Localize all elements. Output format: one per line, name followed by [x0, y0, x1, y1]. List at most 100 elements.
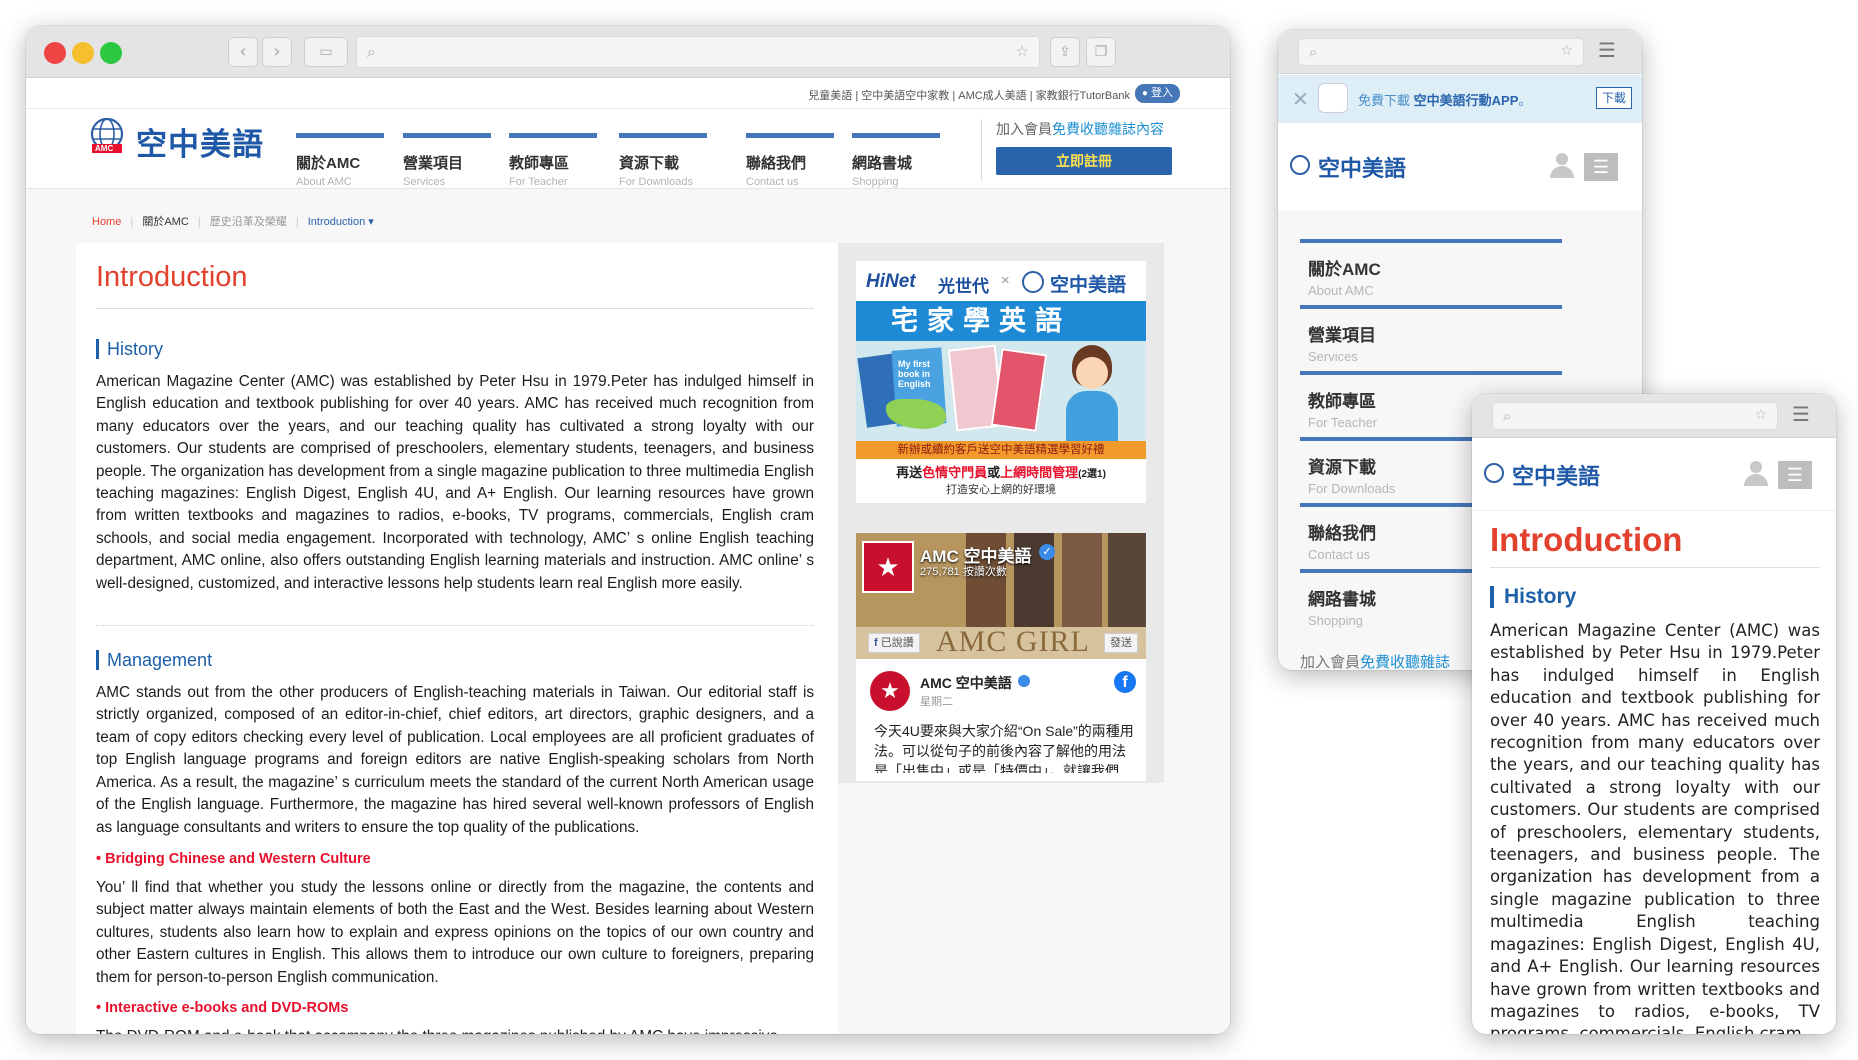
logo-badge: AMC: [95, 144, 114, 153]
close-icon[interactable]: ✕: [1292, 87, 1309, 112]
hinet-ad-banner[interactable]: HiNet 光世代 × 空中美語 宅家學英語 My first book in …: [856, 261, 1146, 503]
logo-text: 空中美語: [136, 127, 264, 162]
bookmark-star-icon[interactable]: ☆: [1560, 43, 1573, 59]
ebooks-paragraph: The DVD-ROM and e-book that accompany th…: [96, 1026, 814, 1034]
fb-post: ★ AMC 空中美語 星期二 f 今天4U要來與大家介紹“On Sale”的兩種…: [856, 659, 1146, 781]
hamburger-menu-button[interactable]: ☰: [1584, 153, 1618, 181]
ad-tagline: 打造安心上網的好環境: [946, 484, 1056, 496]
search-icon: ⌕: [1309, 43, 1318, 61]
site-header: AMC 空中美語 關於AMC About AMC 營業項目 Services 教…: [26, 109, 1230, 189]
app-download-bar: ✕ 免費下載 空中美語行動APP。 下載: [1278, 75, 1642, 123]
mobile-nav-services[interactable]: 營業項目 Services: [1300, 305, 1562, 364]
address-bar[interactable]: ⌕ ☆: [356, 36, 1040, 68]
globe-icon: [1022, 271, 1044, 293]
desktop-browser-window: ‹ › ▭ ⌕ ☆ ⇪ ❐ 兒童美語 | 空中美語空中家教 | AMC成人美語 …: [26, 26, 1230, 1034]
breadcrumb-current-dropdown[interactable]: Introduction ▾: [308, 216, 374, 228]
verified-badge-icon-small: [1018, 675, 1030, 687]
fb-post-text: 今天4U要來與大家介紹“On Sale”的兩種用法。可以從句子的前後內容了解他的…: [874, 723, 1134, 773]
bookmark-star-icon[interactable]: ☆: [1754, 407, 1767, 423]
fb-poster-name[interactable]: AMC 空中美語: [920, 673, 1012, 693]
user-icon[interactable]: [1550, 153, 1574, 179]
webpage: 兒童美語 | 空中美語空中家教 | AMC成人美語 | 家教銀行TutorBan…: [26, 79, 1230, 1034]
share-button[interactable]: ⇪: [1050, 37, 1080, 67]
facebook-logo-icon[interactable]: f: [1114, 671, 1136, 693]
bookmark-star-icon[interactable]: ☆: [1016, 42, 1029, 60]
nav-services[interactable]: 營業項目 Services: [403, 133, 491, 188]
culture-bullet: • Bridging Chinese and Western Culture: [96, 850, 371, 867]
ad-photo: My first book in English: [856, 341, 1146, 441]
section-divider: [96, 625, 814, 627]
amc-logo[interactable]: AMC 空中美語: [88, 117, 278, 162]
hamburger-menu-button[interactable]: ☰: [1778, 461, 1812, 489]
mobile-member-promo[interactable]: 加入會員免費收聽雜誌: [1300, 651, 1450, 670]
history-paragraph: American Magazine Center (AMC) was estab…: [96, 373, 814, 592]
member-promo[interactable]: 加入會員免費收聽雜誌內容: [996, 119, 1191, 139]
member-box: 加入會員免費收聽雜誌內容 立即註冊: [981, 119, 1191, 181]
page-title: Introduction: [96, 261, 814, 309]
mobile-header: 空中美語 ☰: [1278, 123, 1642, 211]
ad-blue-banner: 宅家學英語: [856, 301, 1146, 341]
fb-cover-text: AMC GIRL: [936, 625, 1090, 658]
nav-teacher[interactable]: 教師專區 For Teacher: [509, 133, 597, 188]
mobile-toolbar-2: ⌕ ☆ ☰: [1472, 394, 1836, 438]
search-icon: ⌕: [1503, 407, 1512, 425]
user-icon: ●: [1141, 88, 1148, 99]
culture-paragraph: You’ ll find that whether you study the …: [96, 878, 814, 986]
fb-liked-button[interactable]: f 已說讚: [868, 633, 920, 653]
fb-post-avatar: ★: [870, 671, 910, 711]
register-button[interactable]: 立即註冊: [996, 147, 1172, 175]
nav-about[interactable]: 關於AMC About AMC: [296, 133, 384, 188]
facebook-page-widget[interactable]: ★ AMC 空中美語 ✓ 275,781 按讚次數 AMC GIRL f 已說讚…: [856, 533, 1146, 781]
ebooks-bullet: • Interactive e-books and DVD-ROMs: [96, 999, 349, 1016]
partner-links[interactable]: 兒童美語 | 空中美語空中家教 | AMC成人美語 | 家教銀行TutorBan…: [808, 87, 1130, 103]
mobile-toolbar: ⌕ ☆ ☰: [1278, 30, 1642, 74]
mobile-address-bar[interactable]: ⌕ ☆: [1298, 38, 1584, 66]
mobile-logo-text[interactable]: 空中美語: [1318, 151, 1406, 183]
ad-header: HiNet 光世代 × 空中美語: [866, 271, 1127, 296]
close-window-button[interactable]: [44, 42, 66, 64]
menu-icon[interactable]: ☰: [1792, 402, 1810, 426]
mobile-browser-content: ⌕ ☆ ☰ 空中美語 ☰ Introduction History Americ…: [1472, 394, 1836, 1034]
browser-toolbar: ‹ › ▭ ⌕ ☆ ⇪ ❐: [26, 26, 1230, 78]
fb-post-day: 星期二: [920, 696, 953, 708]
nav-downloads[interactable]: 資源下載 For Downloads: [619, 133, 707, 188]
app-download-button[interactable]: 下載: [1595, 87, 1632, 109]
mobile-address-bar-2[interactable]: ⌕ ☆: [1492, 402, 1778, 430]
breadcrumb-about[interactable]: 關於AMC: [142, 216, 188, 228]
mobile-history-paragraph: American Magazine Center (AMC) was estab…: [1490, 621, 1820, 1034]
fb-cover: ★ AMC 空中美語 ✓ 275,781 按讚次數 AMC GIRL f 已說讚…: [856, 533, 1146, 659]
breadcrumb-history[interactable]: 歷史沿革及榮耀: [210, 216, 287, 228]
management-paragraph: AMC stands out from the other producers …: [96, 684, 814, 836]
sidebar-toggle-button[interactable]: ▭: [304, 37, 348, 67]
nav-shopping[interactable]: 網路書城 Shopping: [852, 133, 940, 188]
history-heading: History: [96, 339, 814, 359]
mobile-nav-about[interactable]: 關於AMC About AMC: [1300, 239, 1562, 298]
menu-icon[interactable]: ☰: [1598, 38, 1616, 62]
search-icon: ⌕: [367, 42, 376, 61]
mobile-header-2: 空中美語 ☰: [1472, 439, 1836, 511]
tabs-button[interactable]: ❐: [1086, 37, 1116, 67]
breadcrumb-home[interactable]: Home: [92, 216, 121, 228]
mobile-page-title: Introduction: [1490, 511, 1820, 568]
verified-badge-icon: ✓: [1039, 544, 1055, 560]
sidebar: HiNet 光世代 × 空中美語 宅家學英語 My first book in …: [838, 243, 1164, 783]
fb-profile-avatar: ★: [862, 541, 914, 593]
user-icon[interactable]: [1744, 461, 1768, 487]
management-heading: Management: [96, 650, 814, 671]
top-links: 兒童美語 | 空中美語空中家教 | AMC成人美語 | 家教銀行TutorBan…: [26, 79, 1230, 109]
maximize-window-button[interactable]: [100, 42, 122, 64]
forward-button[interactable]: ›: [262, 37, 292, 67]
mobile-history-heading: History: [1490, 586, 1820, 608]
globe-logo-icon: [1290, 155, 1310, 175]
breadcrumb: Home | 關於AMC | 歷史沿革及榮耀 | Introduction ▾: [92, 216, 374, 228]
ad-promo-line: 新辦或續約客戶送空中美語精選學習好禮: [856, 441, 1146, 459]
minimize-window-button[interactable]: [72, 42, 94, 64]
mobile-logo-text-2[interactable]: 空中美語: [1512, 459, 1600, 491]
fb-send-button[interactable]: 發送: [1104, 633, 1138, 653]
cartoon-teacher-illustration: [1062, 345, 1118, 441]
app-download-text: 免費下載 空中美語行動APP。: [1358, 93, 1532, 108]
back-button[interactable]: ‹: [228, 37, 258, 67]
fb-likes-count: 275,781 按讚次數: [920, 566, 1007, 578]
nav-contact[interactable]: 聯絡我們 Contact us: [746, 133, 834, 188]
login-button[interactable]: ● 登入: [1134, 84, 1180, 103]
